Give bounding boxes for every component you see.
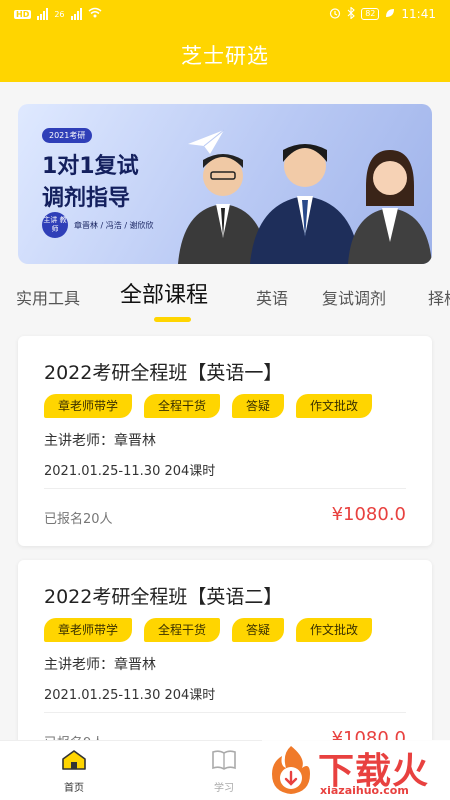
category-tabs: 实用工具 全部课程 英语 复试调剂 择校: [0, 280, 450, 324]
tab-tools[interactable]: 实用工具: [16, 285, 80, 309]
tab-english[interactable]: 英语: [256, 285, 288, 309]
course-schedule: 2021.01.25-11.30 204课时: [44, 464, 216, 479]
home-icon: [62, 750, 86, 770]
banner-title-line1: 1对1复试: [42, 154, 139, 179]
status-left: HD 26: [14, 7, 102, 21]
watermark-url: xiazaihuo.com: [320, 784, 409, 797]
tab-retest[interactable]: 复试调剂: [322, 285, 386, 309]
app-header: 芝士研选: [0, 28, 450, 82]
status-time: 11:41: [401, 7, 436, 21]
active-tab-indicator: [154, 317, 191, 322]
fire-logo-icon: [272, 746, 310, 794]
signal-icon-2: [70, 8, 82, 20]
course-tag: 章老师带学: [44, 394, 133, 418]
course-tag: 答疑: [232, 394, 285, 418]
status-bar: HD 26 82 11:41: [0, 0, 450, 28]
banner-teachers: 章晋林 / 冯浩 / 谢欣欣: [74, 221, 154, 230]
wifi-icon: [88, 7, 102, 21]
tab-all-courses[interactable]: 全部课程: [120, 277, 208, 309]
nav-home[interactable]: 首页: [44, 749, 104, 794]
course-card[interactable]: 2022考研全程班【英语一】 章老师带学 全程干货 答疑 作文批改 主讲老师：章…: [18, 336, 432, 546]
status-right: 82 11:41: [329, 5, 436, 22]
course-schedule: 2021.01.25-11.30 204课时: [44, 688, 216, 703]
tab-school-choice[interactable]: 择校: [428, 285, 450, 309]
course-teacher: 主讲老师：章晋林: [44, 657, 156, 673]
divider: [44, 488, 406, 489]
banner-title-line2: 调剂指导: [42, 186, 131, 211]
nav-study[interactable]: 学习: [194, 749, 254, 794]
alarm-icon: [329, 7, 341, 22]
course-title: 2022考研全程班【英语二】: [44, 586, 283, 608]
signal-icon: [37, 8, 49, 20]
watermark: 下载火 xiazaihuo.com: [262, 740, 450, 800]
page-title: 芝士研选: [181, 44, 269, 68]
teacher-photo-2: [250, 144, 360, 264]
bluetooth-icon: [347, 5, 356, 22]
course-tag: 作文批改: [296, 618, 373, 642]
battery-indicator: 82: [361, 8, 380, 20]
course-title: 2022考研全程班【英语一】: [44, 362, 283, 384]
hd-badge: HD: [14, 9, 32, 19]
enrolled-count: 已报名20人: [44, 512, 113, 527]
banner-teacher-badge: 主讲 教师: [42, 212, 68, 238]
course-teacher: 主讲老师：章晋林: [44, 433, 156, 449]
course-tags: 章老师带学 全程干货 答疑 作文批改: [44, 394, 373, 418]
book-icon: [212, 750, 236, 770]
course-tag: 作文批改: [296, 394, 373, 418]
nav-study-label: 学习: [214, 783, 234, 794]
course-tag: 章老师带学: [44, 618, 133, 642]
course-tag: 全程干货: [144, 394, 221, 418]
course-tag: 全程干货: [144, 618, 221, 642]
divider: [44, 712, 406, 713]
course-tag: 答疑: [232, 618, 285, 642]
promo-banner[interactable]: 2021考研 1对1复试 调剂指导 主讲 教师 章晋林 / 冯浩 / 谢欣欣: [18, 104, 432, 264]
course-card[interactable]: 2022考研全程班【英语二】 章老师带学 全程干货 答疑 作文批改 主讲老师：章…: [18, 560, 432, 760]
course-price: ¥1080.0: [331, 504, 406, 525]
network-label: 26: [54, 9, 65, 19]
course-tags: 章老师带学 全程干货 答疑 作文批改: [44, 618, 373, 642]
leaf-icon: [385, 7, 395, 21]
teacher-photo-3: [348, 150, 432, 264]
nav-home-label: 首页: [64, 783, 84, 794]
banner-tag: 2021考研: [42, 128, 93, 143]
